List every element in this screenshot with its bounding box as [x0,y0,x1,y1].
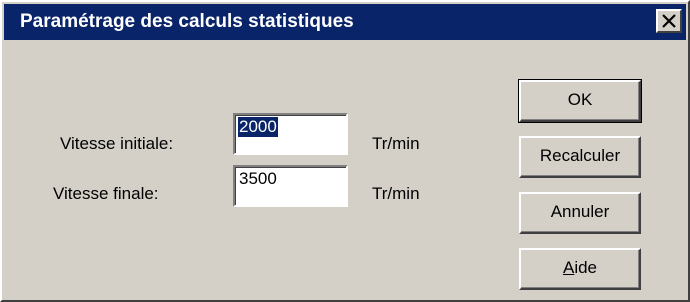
cancel-button[interactable]: Annuler [519,192,641,234]
initial-speed-unit: Tr/min [372,134,420,153]
final-speed-label: Vitesse finale: [53,184,159,203]
ok-button[interactable]: OK [518,79,642,123]
close-icon [662,14,676,28]
final-speed-input[interactable]: 3500 [233,165,348,207]
window-title: Paramétrage des calculs statistiques [20,11,354,32]
final-speed-value: 3500 [239,169,277,188]
final-speed-unit: Tr/min [372,184,420,203]
title-bar[interactable]: Paramétrage des calculs statistiques [4,4,686,40]
close-button[interactable] [656,9,682,33]
recalculate-button[interactable]: Recalculer [519,136,641,178]
initial-speed-value: 2000 [238,117,278,137]
initial-speed-label: Vitesse initiale: [60,134,174,153]
initial-speed-input[interactable]: 2000 [233,113,348,155]
statistics-settings-dialog: Paramétrage des calculs statistiques Vit… [0,0,690,302]
help-button[interactable]: Aide [519,248,641,290]
